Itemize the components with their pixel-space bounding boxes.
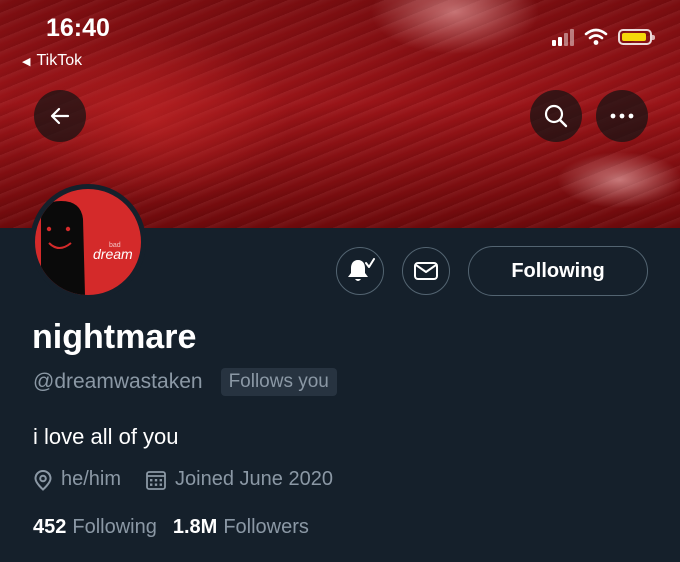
pronouns-text: he/him — [61, 468, 122, 490]
followers-stat[interactable]: 1.8M Followers — [173, 516, 309, 539]
joined-item: Joined June 2020 — [145, 468, 333, 491]
more-dots-icon — [610, 113, 634, 119]
search-button[interactable] — [530, 90, 582, 142]
follow-stats: 452 Following 1.8M Followers — [33, 516, 325, 539]
wifi-icon — [584, 28, 608, 45]
status-time: 16:40 — [46, 14, 110, 42]
follows-you-badge: Follows you — [220, 368, 337, 396]
profile-avatar[interactable]: bad dream — [30, 184, 146, 300]
profile-bio: i love all of you — [33, 424, 179, 449]
avatar-image: bad dream — [35, 189, 141, 295]
following-label: Following — [72, 516, 157, 538]
back-to-app-link[interactable]: ◀ TikTok — [22, 52, 82, 70]
avatar-dream-text: dream — [93, 246, 133, 262]
message-button[interactable] — [402, 247, 450, 295]
back-button[interactable] — [34, 90, 86, 142]
notifications-button[interactable] — [336, 247, 384, 295]
arrow-left-icon — [50, 107, 70, 125]
location-pin-icon — [34, 469, 52, 491]
profile-meta: he/him Joined June 2020 — [33, 468, 357, 491]
user-handle: @dreamwastaken — [33, 370, 203, 393]
status-icons — [552, 28, 655, 46]
following-stat[interactable]: 452 Following — [33, 516, 157, 539]
followers-count: 1.8M — [172, 516, 218, 538]
joined-text: Joined June 2020 — [175, 468, 333, 490]
back-app-label: TikTok — [36, 52, 83, 69]
more-options-button[interactable] — [596, 90, 648, 142]
battery-icon — [618, 29, 655, 45]
envelope-icon — [414, 262, 438, 280]
following-count: 452 — [33, 516, 67, 538]
pronouns-item: he/him — [33, 468, 121, 491]
calendar-icon — [146, 470, 166, 490]
following-button[interactable]: Following — [468, 246, 648, 296]
search-icon — [544, 104, 568, 128]
back-triangle-icon: ◀ — [22, 55, 31, 68]
cellular-signal-icon — [552, 28, 574, 46]
display-name: nightmare — [32, 318, 197, 356]
bell-check-icon — [348, 258, 375, 281]
handle-row: @dreamwastaken Follows you — [33, 368, 337, 396]
followers-label: Followers — [223, 516, 309, 538]
